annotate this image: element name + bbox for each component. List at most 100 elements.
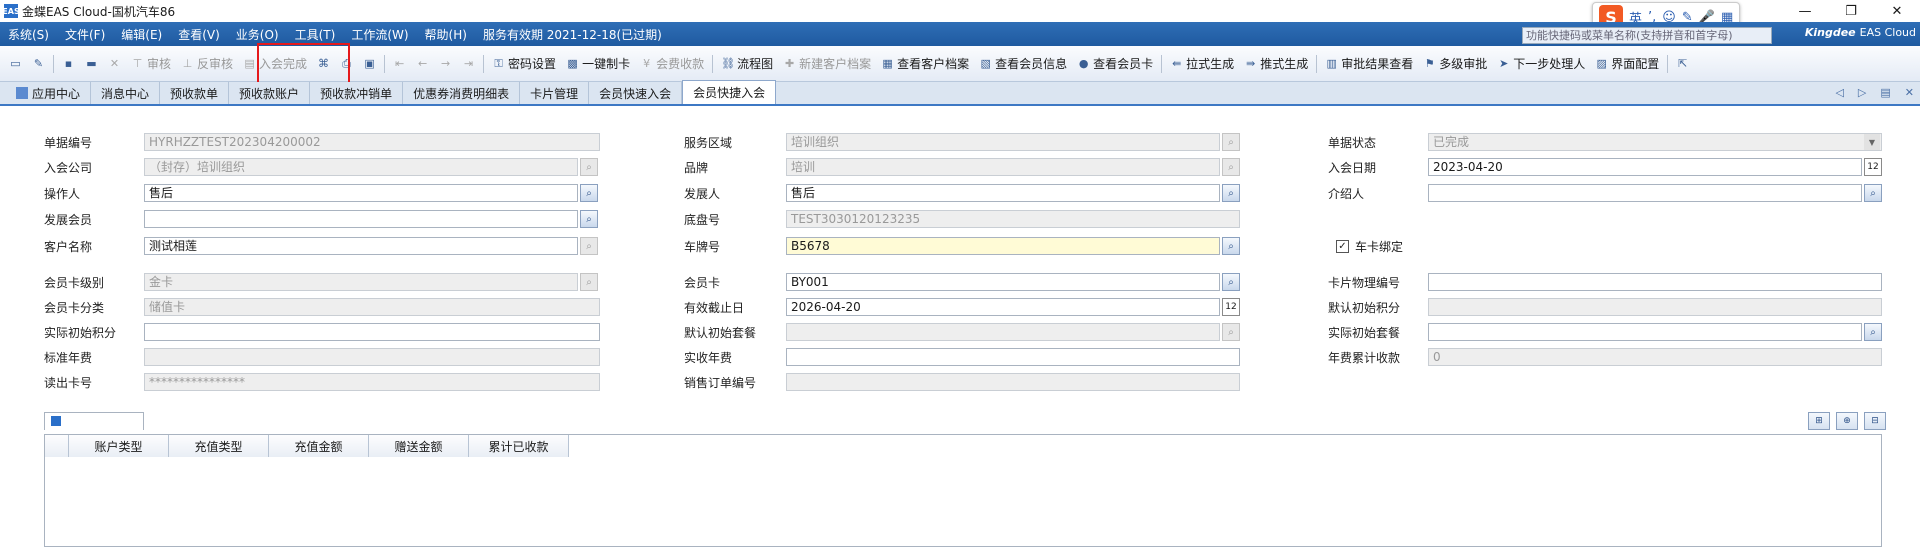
card-physical-no-input[interactable]: [1428, 273, 1882, 291]
toolbar-button-pull-generate[interactable]: ⇚ 拉式生成: [1165, 53, 1239, 75]
toolbar-button-print-preview[interactable]: ▣: [358, 53, 381, 75]
tab-4[interactable]: 预收款冲销单: [310, 82, 404, 104]
card-binding-checkbox[interactable]: ✓: [1336, 240, 1349, 253]
tab-1[interactable]: 消息中心: [91, 82, 161, 104]
sales-order-no-input[interactable]: [786, 373, 1240, 391]
tab-next-icon[interactable]: ▷: [1858, 86, 1866, 99]
member-card-input[interactable]: BY001: [786, 273, 1220, 291]
card-binding-checkbox-field[interactable]: ✓ 车卡绑定: [1336, 238, 1403, 255]
tab-5[interactable]: 优惠券消费明细表: [403, 82, 521, 104]
menu-item-4[interactable]: 业务(O): [228, 26, 287, 43]
delete-row-icon[interactable]: ⊟: [1864, 412, 1886, 430]
toolbar-button-flowchart[interactable]: ⛓ 流程图: [716, 53, 778, 75]
toolbar-button-delete[interactable]: ✕: [103, 53, 126, 75]
toolbar-button-submit[interactable]: ▬: [80, 53, 103, 75]
customer-name-input[interactable]: 测试相莲: [144, 237, 578, 255]
join-date-calendar-icon[interactable]: 12: [1864, 158, 1882, 176]
expiry-date-input[interactable]: 2026-04-20: [786, 298, 1220, 316]
toolbar-button-audit[interactable]: ⊤ 审核: [126, 53, 176, 75]
annual-fee-total-input[interactable]: 0: [1428, 348, 1882, 366]
toolbar-button-view-card[interactable]: ● 查看会员卡: [1072, 53, 1158, 75]
toolbar-button-prev[interactable]: ←: [411, 53, 434, 75]
brand-input[interactable]: 培训: [786, 158, 1220, 176]
join-company-lookup-icon[interactable]: ⌕: [580, 158, 598, 176]
tab-3[interactable]: 预收款账户: [229, 82, 311, 104]
developer-input[interactable]: 售后: [786, 184, 1220, 202]
service-area-lookup-icon[interactable]: ⌕: [1222, 133, 1240, 151]
card-level-input[interactable]: 金卡: [144, 273, 578, 291]
customer-name-lookup-icon[interactable]: ⌕: [580, 237, 598, 255]
join-company-input[interactable]: （封存）培训组织: [144, 158, 578, 176]
menu-item-1[interactable]: 文件(F): [57, 26, 113, 43]
tab-close-icon[interactable]: ✕: [1905, 86, 1914, 99]
bill-no-input[interactable]: HYRHZZTEST202304200002: [144, 133, 600, 151]
toolbar-button-password[interactable]: ⚿ 密码设置: [487, 53, 561, 75]
tab-prev-icon[interactable]: ◁: [1835, 86, 1843, 99]
read-card-no-input[interactable]: ****************: [144, 373, 600, 391]
developer-lookup-icon[interactable]: ⌕: [1222, 184, 1240, 202]
insert-row-icon[interactable]: ⊕: [1836, 412, 1858, 430]
grid-column-header[interactable]: 累计已收款: [469, 435, 569, 457]
actual-init-points-input[interactable]: [144, 323, 600, 341]
chassis-no-input[interactable]: TEST3030120123235: [786, 210, 1240, 228]
grid-tab[interactable]: [44, 412, 144, 430]
actual-annual-fee-input[interactable]: [786, 348, 1240, 366]
dev-member-lookup-icon[interactable]: ⌕: [580, 210, 598, 228]
restore-button[interactable]: ❐: [1828, 0, 1874, 22]
member-card-lookup-icon[interactable]: ⌕: [1222, 273, 1240, 291]
plate-no-input[interactable]: B5678: [786, 237, 1220, 255]
introducer-input[interactable]: [1428, 184, 1862, 202]
standard-annual-fee-input[interactable]: [144, 348, 600, 366]
toolbar-button-save[interactable]: ▪: [57, 53, 80, 75]
toolbar-button-multi-approval[interactable]: ⚑ 多级审批: [1418, 53, 1492, 75]
join-date-input[interactable]: 2023-04-20: [1428, 158, 1862, 176]
toolbar-button-view-member[interactable]: ▧ 查看会员信息: [974, 53, 1072, 75]
operator-input[interactable]: 售后: [144, 184, 578, 202]
card-level-lookup-icon[interactable]: ⌕: [580, 273, 598, 291]
grid-column-header[interactable]: 账户类型: [69, 435, 169, 457]
toolbar-button-new-customer[interactable]: ✚ 新建客户档案: [778, 53, 876, 75]
toolbar-button-new[interactable]: ▭: [4, 53, 27, 75]
toolbar-button-edit[interactable]: ✎: [27, 53, 50, 75]
actual-init-package-lookup-icon[interactable]: ⌕: [1864, 323, 1882, 341]
bill-status-dropdown-icon[interactable]: ▼: [1864, 134, 1880, 150]
toolbar-button-push-generate[interactable]: ⇛ 推式生成: [1239, 53, 1313, 75]
default-init-package-input[interactable]: [786, 323, 1220, 341]
default-init-package-lookup-icon[interactable]: ⌕: [1222, 323, 1240, 341]
toolbar-button-fee[interactable]: ¥ 会费收款: [635, 53, 709, 75]
toolbar-button-next-handler[interactable]: ➤ 下一步处理人: [1492, 53, 1590, 75]
tab-list-icon[interactable]: ▤: [1880, 86, 1890, 99]
toolbar-button-approval-result[interactable]: ▥ 审批结果查看: [1320, 53, 1418, 75]
menu-item-2[interactable]: 编辑(E): [113, 26, 170, 43]
menu-item-6[interactable]: 工作流(W): [343, 26, 416, 43]
expiry-date-calendar-icon[interactable]: 12: [1222, 298, 1240, 316]
toolbar-button-last[interactable]: ⇥: [457, 53, 480, 75]
grid-column-header[interactable]: 赠送金额: [369, 435, 469, 457]
default-init-points-input[interactable]: [1428, 298, 1882, 316]
actual-init-package-input[interactable]: [1428, 323, 1862, 341]
grid-column-header[interactable]: 充值类型: [169, 435, 269, 457]
toolbar-button-next[interactable]: →: [434, 53, 457, 75]
tab-7[interactable]: 会员快速入会: [589, 82, 683, 104]
introducer-lookup-icon[interactable]: ⌕: [1864, 184, 1882, 202]
bill-status-select[interactable]: 已完成: [1428, 133, 1882, 151]
tab-0[interactable]: 应用中心: [6, 82, 92, 104]
tab-2[interactable]: 预收款单: [160, 82, 230, 104]
operator-lookup-icon[interactable]: ⌕: [580, 184, 598, 202]
brand-lookup-icon[interactable]: ⌕: [1222, 158, 1240, 176]
tab-8[interactable]: 会员快捷入会: [682, 80, 777, 104]
minimize-button[interactable]: —: [1782, 0, 1828, 22]
toolbar-button-unaudit[interactable]: ⊥ 反审核: [176, 53, 238, 75]
function-search-input[interactable]: 功能快捷码或菜单名称(支持拼音和首字母): [1522, 27, 1772, 44]
card-category-input[interactable]: 储值卡: [144, 298, 600, 316]
close-window-button[interactable]: ✕: [1874, 0, 1920, 22]
toolbar-button-export[interactable]: ⇱: [1671, 53, 1694, 75]
toolbar-button-ui-config[interactable]: ▨ 界面配置: [1590, 53, 1664, 75]
service-area-input[interactable]: 培训组织: [786, 133, 1220, 151]
tab-6[interactable]: 卡片管理: [520, 82, 590, 104]
toolbar-button-make-card[interactable]: ▩ 一键制卡: [561, 53, 635, 75]
menu-item-5[interactable]: 工具(T): [287, 26, 344, 43]
toolbar-button-first[interactable]: ⇤: [388, 53, 411, 75]
grid-column-header[interactable]: [45, 435, 69, 457]
add-row-icon[interactable]: ⊞: [1808, 412, 1830, 430]
